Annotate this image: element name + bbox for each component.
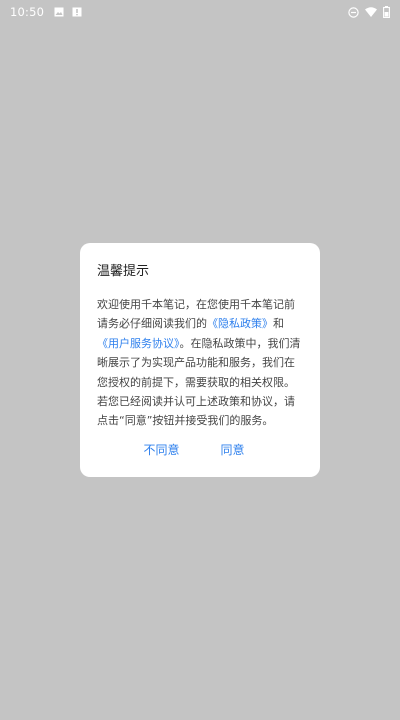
battery-icon — [383, 6, 390, 18]
wifi-icon — [365, 7, 377, 17]
disagree-button[interactable]: 不同意 — [137, 439, 185, 460]
status-time: 10:50 — [10, 5, 45, 19]
notification-icon — [72, 7, 82, 17]
do-not-disturb-icon — [348, 6, 359, 18]
privacy-policy-link[interactable]: 《隐私政策》 — [207, 317, 273, 330]
agree-button[interactable]: 同意 — [214, 439, 250, 460]
privacy-dialog: 温馨提示 欢迎使用千本笔记，在您使用千本笔记前请务必仔细阅读我们的《隐私政策》和… — [80, 243, 320, 477]
dialog-body: 欢迎使用千本笔记，在您使用千本笔记前请务必仔细阅读我们的《隐私政策》和《用户服务… — [97, 295, 303, 431]
dialog-title: 温馨提示 — [97, 264, 150, 279]
status-bar: 10:50 — [0, 0, 400, 24]
user-agreement-link[interactable]: 《用户服务协议》 — [97, 337, 180, 350]
dialog-actions: 不同意 同意 — [80, 439, 320, 460]
image-icon — [54, 7, 64, 17]
body-text-2: 和 — [273, 317, 284, 331]
status-left: 10:50 — [10, 5, 90, 19]
status-right — [342, 6, 390, 18]
body-text-3: 。在隐私政策中，我们清晰展示了为实现产品功能和服务，我们在您授权的前提下，需要获… — [97, 336, 301, 428]
